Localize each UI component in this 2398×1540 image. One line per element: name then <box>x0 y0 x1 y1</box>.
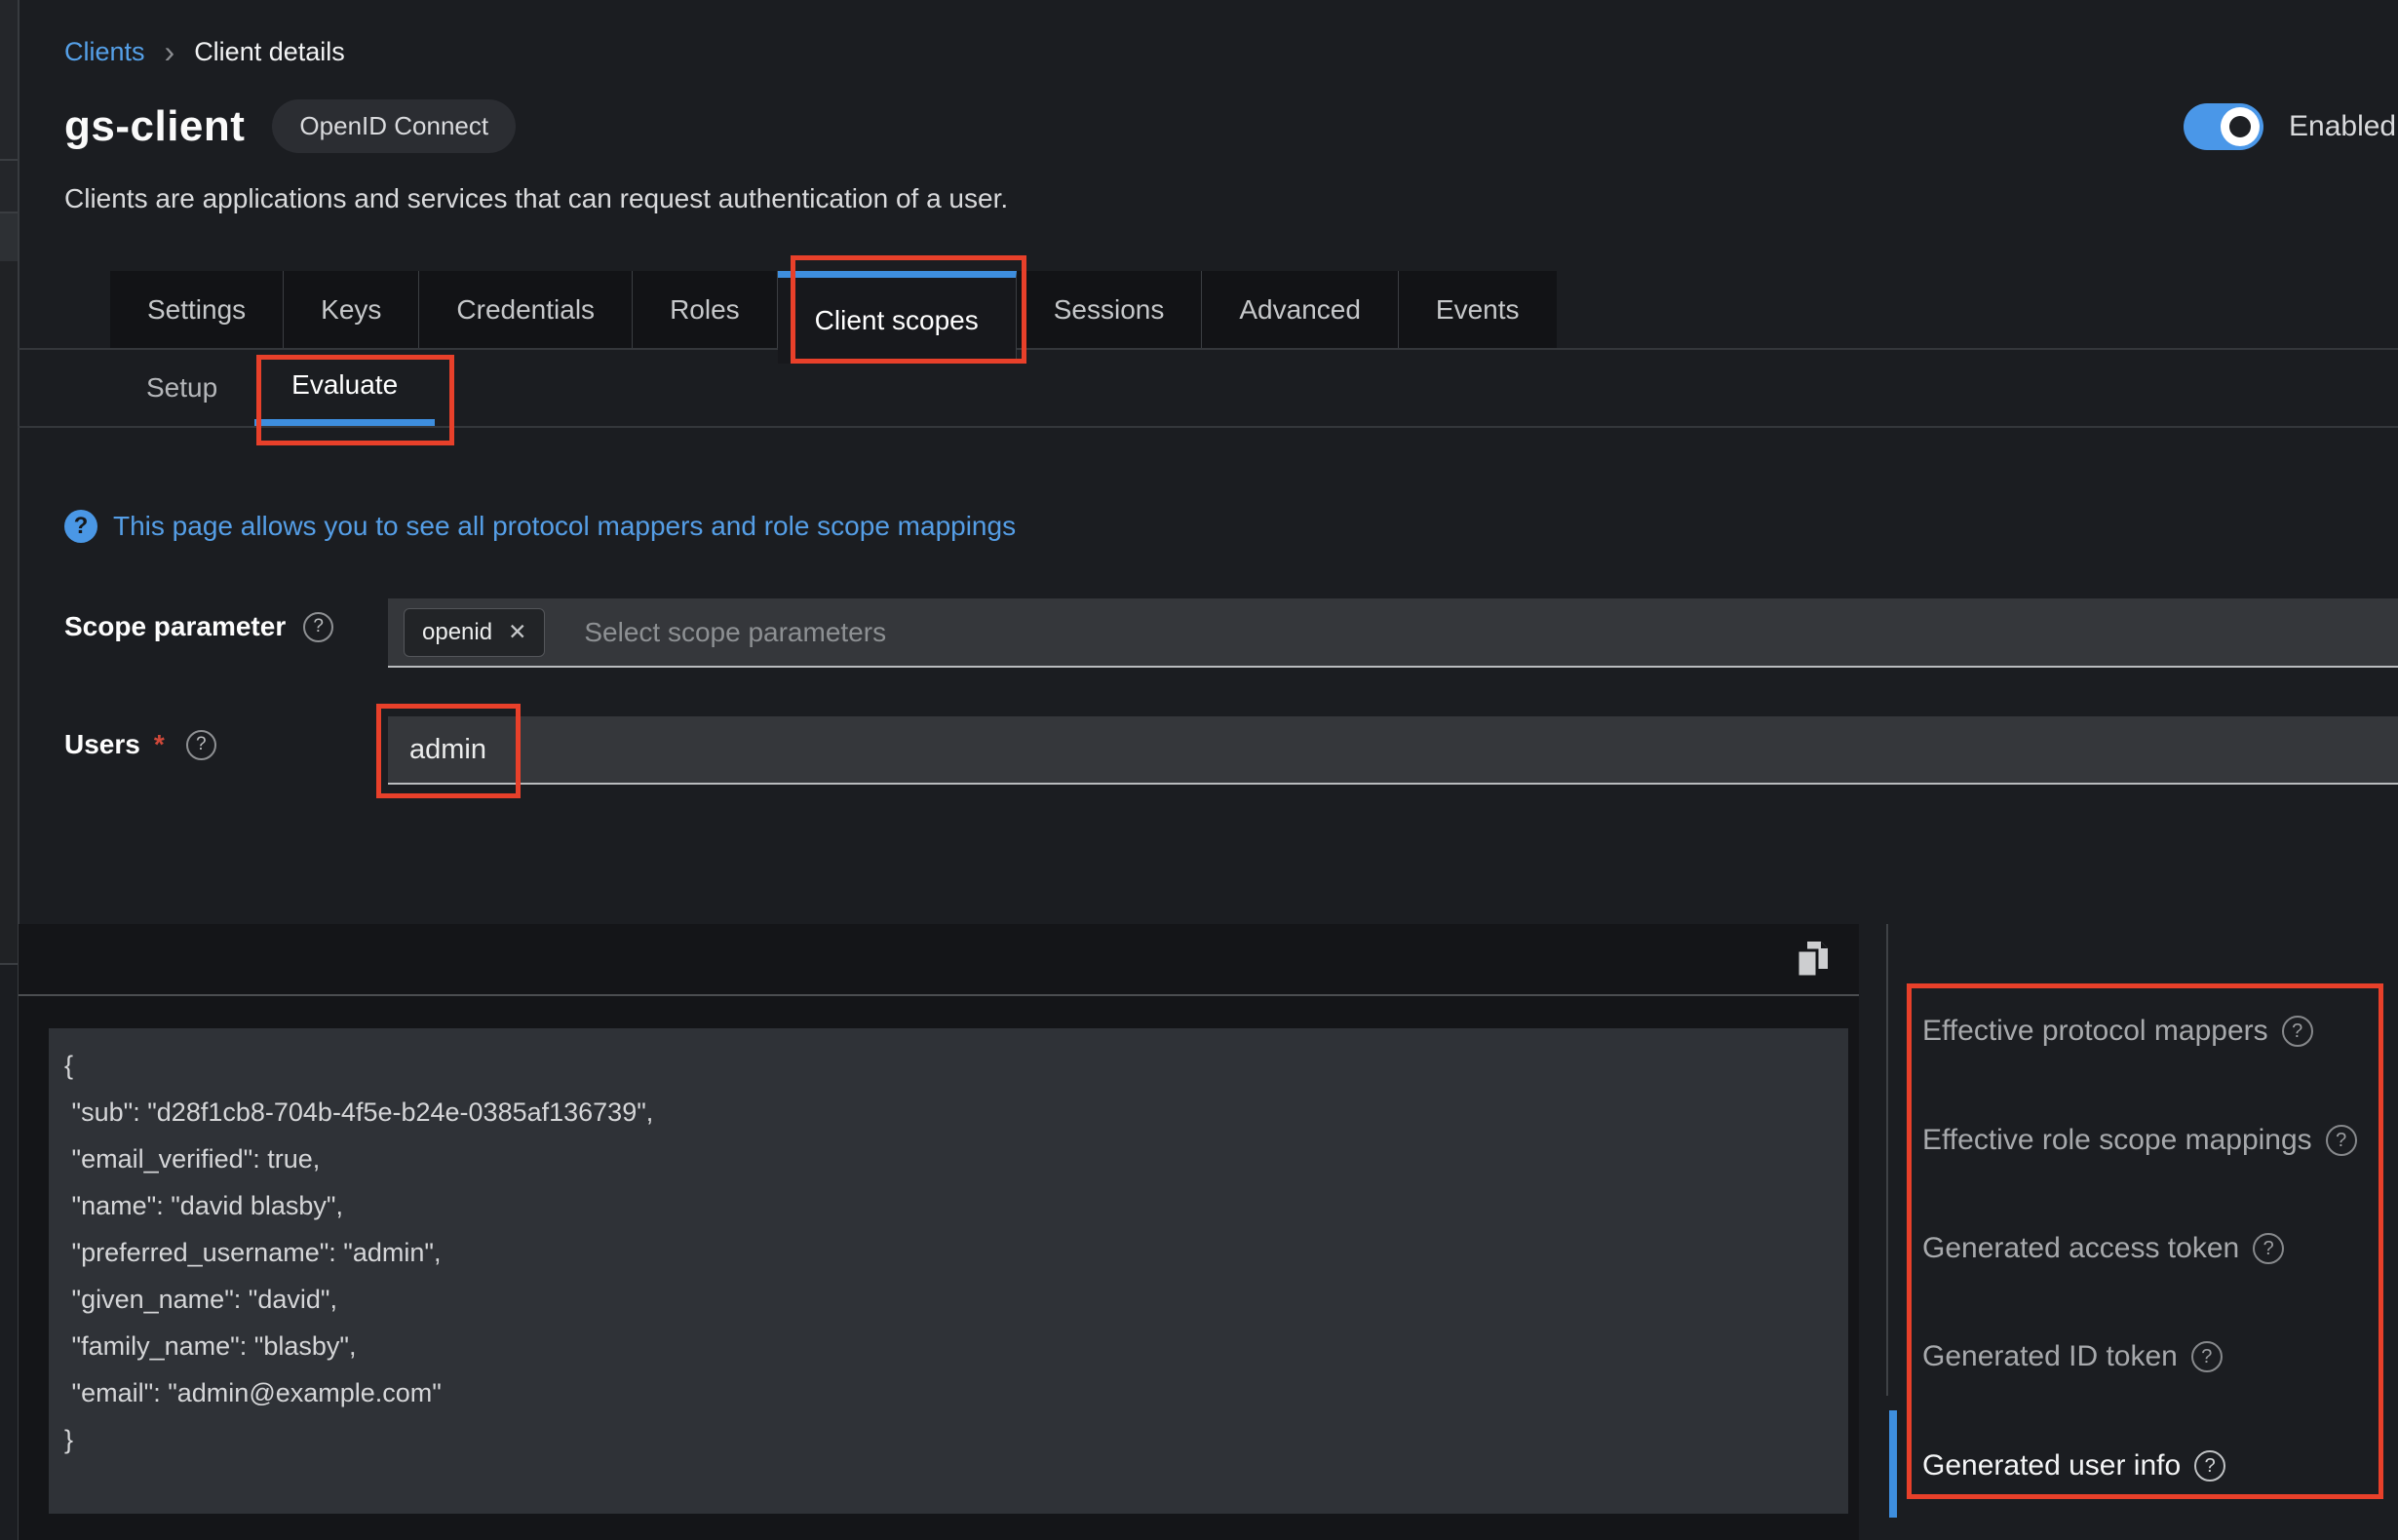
users-label-row: Users * ? <box>64 729 216 760</box>
help-icon[interactable]: ? <box>2326 1125 2357 1156</box>
sidebar-item-label: Generated access token <box>1922 1232 2239 1265</box>
left-nav-segment <box>0 261 18 965</box>
tabs: Settings Keys Credentials Roles Client s… <box>110 271 2398 348</box>
sidebar-item-effective-protocol-mappers[interactable]: Effective protocol mappers ? <box>1922 1010 2313 1053</box>
help-circle-icon: ? <box>64 510 97 543</box>
sidebar-item-label: Effective protocol mappers <box>1922 1015 2268 1048</box>
json-line: "sub": "d28f1cb8-704b-4f5e-b24e-0385af13… <box>64 1089 1848 1136</box>
users-input-value: admin <box>409 734 486 766</box>
json-line: "email_verified": true, <box>64 1136 1848 1182</box>
tab-advanced[interactable]: Advanced <box>1202 271 1399 348</box>
json-line: "name": "david blasby", <box>64 1182 1848 1229</box>
sidebar-item-generated-access-token[interactable]: Generated access token ? <box>1922 1227 2284 1270</box>
enabled-toggle-row: Enabled <box>2184 103 2396 150</box>
page-title: gs-client <box>64 102 245 151</box>
code-toolbar <box>19 924 1859 996</box>
client-details-page: Clients › Client details gs-client OpenI… <box>0 0 2398 1540</box>
enabled-toggle[interactable] <box>2184 103 2263 150</box>
scope-parameter-placeholder: Select scope parameters <box>584 617 886 648</box>
left-nav-segment <box>0 965 18 1540</box>
left-nav-strip <box>0 0 19 1540</box>
selected-item-bar <box>1889 1410 1897 1518</box>
tab-credentials[interactable]: Credentials <box>419 271 633 348</box>
protocol-badge: OpenID Connect <box>272 99 516 153</box>
scope-parameter-label: Scope parameter <box>64 611 286 642</box>
left-nav-segment <box>0 161 18 213</box>
tabs-bar: Settings Keys Credentials Roles Client s… <box>18 271 2398 350</box>
required-asterisk: * <box>154 729 165 760</box>
scope-chip-label: openid <box>422 619 492 646</box>
help-icon[interactable]: ? <box>2282 1016 2313 1047</box>
json-line: "given_name": "david", <box>64 1276 1848 1323</box>
users-help-icon[interactable]: ? <box>186 730 216 760</box>
breadcrumb-current: Client details <box>194 37 345 67</box>
tab-sessions[interactable]: Sessions <box>1017 271 1203 348</box>
users-input[interactable]: admin <box>388 716 2398 785</box>
help-banner[interactable]: ? This page allows you to see all protoc… <box>64 510 1016 543</box>
breadcrumb-clients-link[interactable]: Clients <box>64 37 145 67</box>
scope-parameter-help-icon[interactable]: ? <box>303 612 333 642</box>
json-line: "email": "admin@example.com" <box>64 1369 1848 1416</box>
help-banner-text: This page allows you to see all protocol… <box>113 511 1016 542</box>
sidebar-item-label: Generated user info <box>1922 1449 2181 1482</box>
json-result[interactable]: { "sub": "d28f1cb8-704b-4f5e-b24e-0385af… <box>49 1028 1848 1514</box>
users-label: Users <box>64 729 140 760</box>
scope-parameter-input[interactable]: openid ✕ Select scope parameters <box>388 598 2398 668</box>
chevron-right-icon: › <box>165 39 175 65</box>
help-icon[interactable]: ? <box>2191 1341 2223 1372</box>
enabled-label: Enabled <box>2289 110 2396 143</box>
json-line: { <box>64 1042 1848 1089</box>
chip-close-icon[interactable]: ✕ <box>508 621 526 643</box>
generated-user-info-panel: { "sub": "d28f1cb8-704b-4f5e-b24e-0385af… <box>19 924 1859 1540</box>
tab-client-scopes[interactable]: Client scopes <box>778 271 1017 364</box>
sidebar-item-effective-role-scope-mappings[interactable]: Effective role scope mappings ? <box>1922 1119 2357 1162</box>
help-icon[interactable]: ? <box>2253 1233 2284 1264</box>
page-description: Clients are applications and services th… <box>64 183 1008 214</box>
tab-settings[interactable]: Settings <box>110 271 284 348</box>
help-icon[interactable]: ? <box>2194 1450 2225 1482</box>
toggle-knob-icon <box>2221 107 2260 146</box>
sidebar-item-label: Effective role scope mappings <box>1922 1124 2312 1157</box>
subtab-evaluate[interactable]: Evaluate <box>254 350 435 426</box>
json-line: } <box>64 1416 1848 1463</box>
tab-keys[interactable]: Keys <box>284 271 419 348</box>
sidebar-item-generated-id-token[interactable]: Generated ID token ? <box>1922 1335 2223 1378</box>
subtabs-bar: Setup Evaluate <box>18 350 2398 428</box>
scope-parameter-label-row: Scope parameter ? <box>64 611 333 642</box>
sidebar-item-label: Generated ID token <box>1922 1340 2178 1373</box>
left-nav-segment <box>0 213 18 261</box>
sidebar-item-generated-user-info[interactable]: Generated user info ? <box>1922 1444 2225 1487</box>
left-nav-segment <box>0 0 18 161</box>
breadcrumb: Clients › Client details <box>64 37 345 67</box>
tab-roles[interactable]: Roles <box>633 271 778 348</box>
tab-events[interactable]: Events <box>1399 271 1557 348</box>
json-line: "family_name": "blasby", <box>64 1323 1848 1369</box>
subtab-setup[interactable]: Setup <box>109 350 254 426</box>
panel-divider <box>1886 924 1888 1396</box>
copy-icon[interactable] <box>1793 939 1834 980</box>
title-row: gs-client OpenID Connect <box>64 99 516 153</box>
json-line: "preferred_username": "admin", <box>64 1229 1848 1276</box>
scope-chip: openid ✕ <box>404 608 545 657</box>
